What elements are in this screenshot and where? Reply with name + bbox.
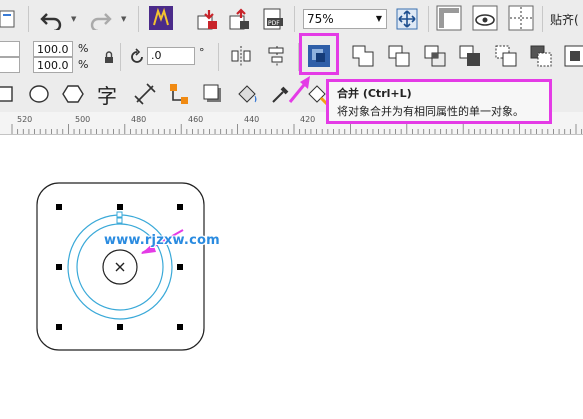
export-icon[interactable] [226,6,252,32]
separator [294,6,295,32]
text-tool-icon[interactable]: 字 [94,81,120,108]
percent-label: % [78,58,89,71]
partial-toolbar-icon[interactable] [0,6,20,32]
import-icon[interactable] [194,6,220,32]
mirror-icon[interactable] [228,43,254,69]
selection-handle [177,204,183,210]
lock-icon[interactable] [96,44,122,70]
standard-toolbar: ▼ ▼ PDF 75% ▼ 贴齐( [0,0,583,39]
guidelines-icon[interactable] [508,5,534,31]
selection-handle [56,204,62,210]
node-handle [116,211,123,218]
watermark-text: www.rjzxw.com [104,233,220,248]
undo-dropdown-icon[interactable]: ▼ [71,15,76,23]
separator [428,6,429,32]
chevron-down-icon: ▼ [375,14,382,23]
purple-app-icon[interactable] [148,5,174,31]
selection-handle [56,264,62,270]
svg-text:PDF: PDF [268,20,280,27]
zoom-value: 75% [307,12,334,26]
redo-dropdown-icon[interactable]: ▼ [121,15,126,23]
center-x-marker [115,262,125,272]
separator [218,43,219,71]
rectangle-tool-icon[interactable] [0,81,18,107]
back-minus-front-icon[interactable] [528,43,554,69]
separator [120,43,121,71]
full-screen-icon[interactable] [394,6,420,32]
tooltip-title: 合并 (Ctrl+L) [337,87,412,100]
undo-icon[interactable] [38,6,64,32]
weld-icon[interactable] [350,43,376,69]
percent-label: % [78,42,89,55]
rotation-angle-field[interactable]: .0 [147,47,195,65]
size-height-field[interactable] [0,57,20,73]
ruler-label: 500 [75,115,91,124]
rulers-icon[interactable] [436,5,462,31]
view-icon[interactable] [472,5,498,31]
tooltip-description: 将对象合并为有相同属性的单一对象。 [337,105,524,118]
selection-handle [117,204,123,210]
simplify-icon[interactable] [457,43,483,69]
ruler-label: 480 [131,115,147,124]
polygon-tool-icon[interactable] [60,81,86,107]
fill-tool-icon[interactable] [234,81,260,107]
ruler-label: 460 [188,115,204,124]
separator [542,6,543,32]
ruler-label: 440 [244,115,260,124]
shadow-tool-icon[interactable] [200,81,226,107]
node-handle [116,217,123,224]
intersect-icon[interactable] [422,43,448,69]
redo-icon[interactable] [88,6,114,32]
scale-x-field[interactable]: 100.0 [33,41,73,57]
zoom-select[interactable]: 75% ▼ [303,9,387,29]
ruler-label: 520 [17,115,33,124]
ellipse-tool-icon[interactable] [26,81,52,107]
scale-y-field[interactable]: 100.0 [33,57,73,73]
combine-button-highlight [299,33,339,75]
trim-icon[interactable] [386,43,412,69]
separator [28,6,29,32]
combine-tooltip: 合并 (Ctrl+L) 将对象合并为有相同属性的单一对象。 [326,79,552,124]
size-width-field[interactable] [0,41,20,57]
selection-handle [177,264,183,270]
separator [138,6,139,32]
align-icon[interactable] [264,43,290,69]
degree-label: ° [199,46,205,59]
selection-handle [56,324,62,330]
selection-handle [117,324,123,330]
pdf-icon[interactable]: PDF [260,6,286,32]
selection-handle [177,324,183,330]
snap-to-menu[interactable]: 贴齐( [550,11,579,28]
drawing-canvas[interactable]: www.rjzxw.com [0,135,583,419]
boundary-icon[interactable] [562,43,583,69]
connector-tool-icon[interactable] [166,81,192,107]
front-minus-back-icon[interactable] [493,43,519,69]
dimension-tool-icon[interactable] [132,81,158,107]
canvas-drawing [36,182,205,351]
